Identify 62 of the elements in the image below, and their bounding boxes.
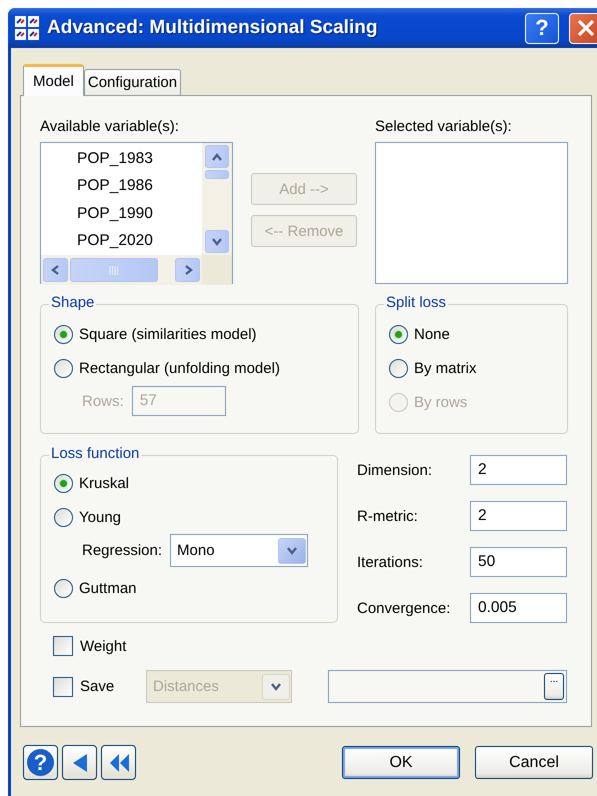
radio-button[interactable] (54, 358, 73, 378)
list-item[interactable]: POP_1986 (77, 172, 202, 200)
input-field[interactable]: 2 (470, 455, 567, 485)
tab[interactable]: Configuration (84, 69, 182, 95)
double-left-arrow-icon (108, 752, 130, 772)
scrollbar-thumb[interactable] (205, 170, 229, 179)
field-label: R-metric: (357, 508, 419, 524)
grip-icon (109, 266, 119, 274)
radio-label: Guttman (79, 580, 137, 596)
radio-button[interactable] (54, 474, 73, 492)
list-item[interactable]: POP_1990 (77, 200, 202, 228)
list-label: Selected variable(s): (375, 118, 513, 135)
browse-button[interactable]: ... (544, 673, 564, 700)
cancel-button[interactable]: Cancel (475, 746, 593, 779)
close-icon (577, 19, 595, 37)
field-label: Convergence: (357, 600, 452, 616)
radio-label: None (414, 326, 450, 342)
first-button[interactable] (101, 745, 136, 780)
radio-label: By matrix (414, 360, 477, 376)
field-label: Dimension: (357, 462, 434, 478)
field-label: Regression: (82, 542, 162, 559)
variable-list[interactable]: POP_1983 POP_1986 POP_1990 POP_2020 (40, 142, 233, 284)
radio-label: By rows (414, 394, 468, 410)
grid-icon (14, 15, 40, 41)
list-item[interactable]: POP_2020 (77, 228, 202, 255)
group-title: Split loss (384, 294, 448, 311)
window-title: Advanced: Multidimensional Scaling (47, 17, 378, 39)
chevron-down-icon (270, 682, 282, 692)
chevron-down-icon (286, 546, 298, 556)
checkbox-label: Save (80, 678, 114, 695)
checkbox-label: Weight (80, 638, 126, 654)
left-triangle-icon (70, 752, 88, 772)
input-field[interactable]: 2 (470, 501, 567, 531)
radio-button[interactable] (54, 508, 73, 526)
file-path-field[interactable]: ... (328, 670, 567, 703)
checkbox[interactable] (53, 636, 73, 656)
selected-variable-list[interactable] (375, 142, 568, 284)
radio-label: Square (similarities model) (79, 326, 257, 342)
vertical-scrollbar[interactable] (202, 143, 232, 255)
group-title: Shape (49, 294, 96, 311)
radio-button[interactable] (389, 358, 408, 378)
radio-label: Rectangular (unfolding model) (79, 360, 280, 376)
input-field[interactable]: 0.005 (470, 593, 567, 623)
tab[interactable]: Model (23, 64, 84, 96)
list-item[interactable]: POP_1983 (77, 145, 202, 172)
field-label: Rows: (82, 392, 124, 410)
radio-label: Young (79, 508, 121, 526)
input-field[interactable]: 50 (470, 547, 567, 577)
close-button[interactable] (569, 12, 597, 44)
radio-label: Kruskal (79, 474, 130, 492)
list-label: Available variable(s): (40, 118, 180, 135)
checkbox[interactable] (53, 676, 73, 696)
ok-button[interactable]: OK (342, 746, 460, 779)
scrollbar-corner (202, 255, 232, 285)
radio-button[interactable] (54, 324, 73, 344)
field-label: Iterations: (357, 554, 424, 570)
back-button[interactable] (62, 745, 97, 780)
help-button[interactable]: ? (525, 12, 559, 44)
regression-dropdown[interactable]: Mono (170, 534, 308, 567)
horizontal-scrollbar[interactable] (41, 255, 202, 285)
radio-button[interactable] (54, 578, 73, 598)
radio-button[interactable] (389, 324, 408, 344)
